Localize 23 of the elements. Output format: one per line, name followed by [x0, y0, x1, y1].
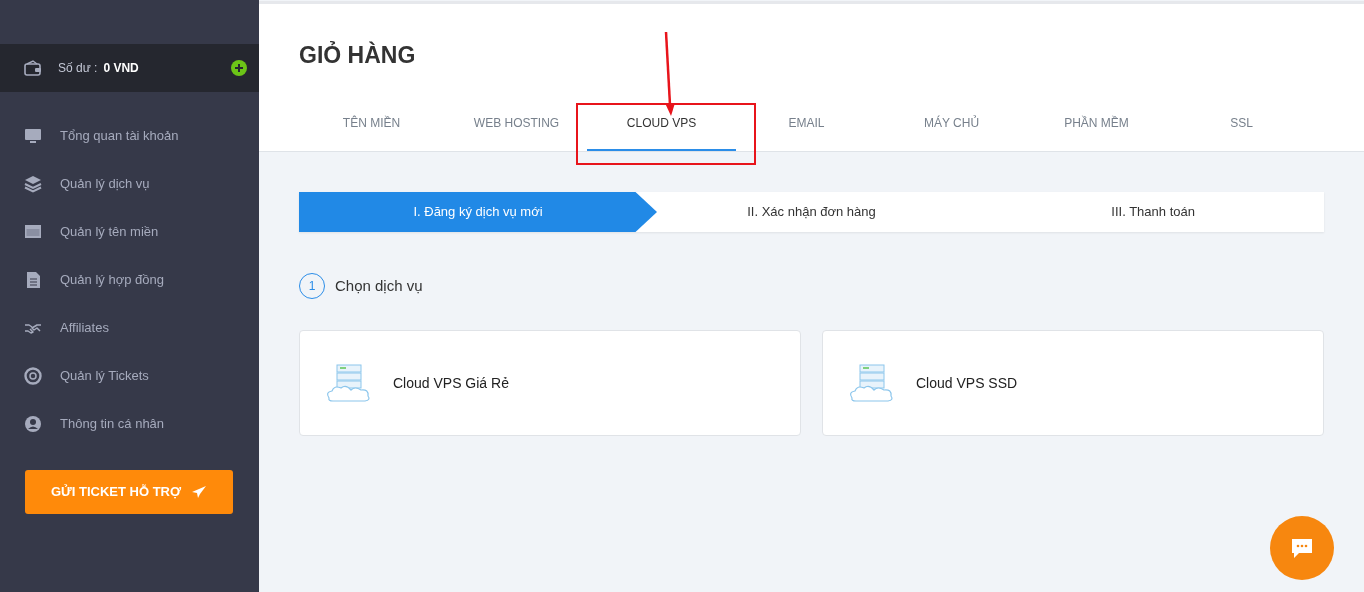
sidebar-item[interactable]: Quản lý tên miền	[0, 208, 259, 256]
sidebar-item[interactable]: Tổng quan tài khoản	[0, 112, 259, 160]
tab[interactable]: WEB HOSTING	[444, 94, 589, 151]
section-title: Chọn dịch vụ	[335, 275, 423, 296]
sidebar-item[interactable]: Quản lý dịch vụ	[0, 160, 259, 208]
sidebar-item[interactable]: Affiliates	[0, 304, 259, 352]
service-card[interactable]: Cloud VPS SSD	[822, 330, 1324, 436]
service-name: Cloud VPS SSD	[916, 373, 1018, 393]
tab[interactable]: TÊN MIỀN	[299, 94, 444, 151]
service-card[interactable]: Cloud VPS Giá Rẻ	[299, 330, 801, 436]
tab[interactable]: MÁY CHỦ	[879, 94, 1024, 151]
step: III. Thanh toán	[982, 192, 1324, 232]
service-name: Cloud VPS Giá Rẻ	[393, 373, 509, 393]
step: I. Đăng ký dịch vụ mới	[299, 192, 657, 232]
balance-label: Số dư :	[58, 60, 98, 77]
page-title: GIỎ HÀNG	[299, 40, 416, 70]
sidebar-item[interactable]: Quản lý hợp đồng	[0, 256, 259, 304]
sidebar-item[interactable]: Thông tin cá nhân	[0, 400, 259, 448]
tab[interactable]: EMAIL	[734, 94, 879, 151]
tab[interactable]: SSL	[1169, 94, 1314, 151]
balance-value: 0 VND	[103, 60, 139, 77]
tab[interactable]: PHẦN MỀM	[1024, 94, 1169, 151]
sidebar-item[interactable]: Quản lý Tickets	[0, 352, 259, 400]
